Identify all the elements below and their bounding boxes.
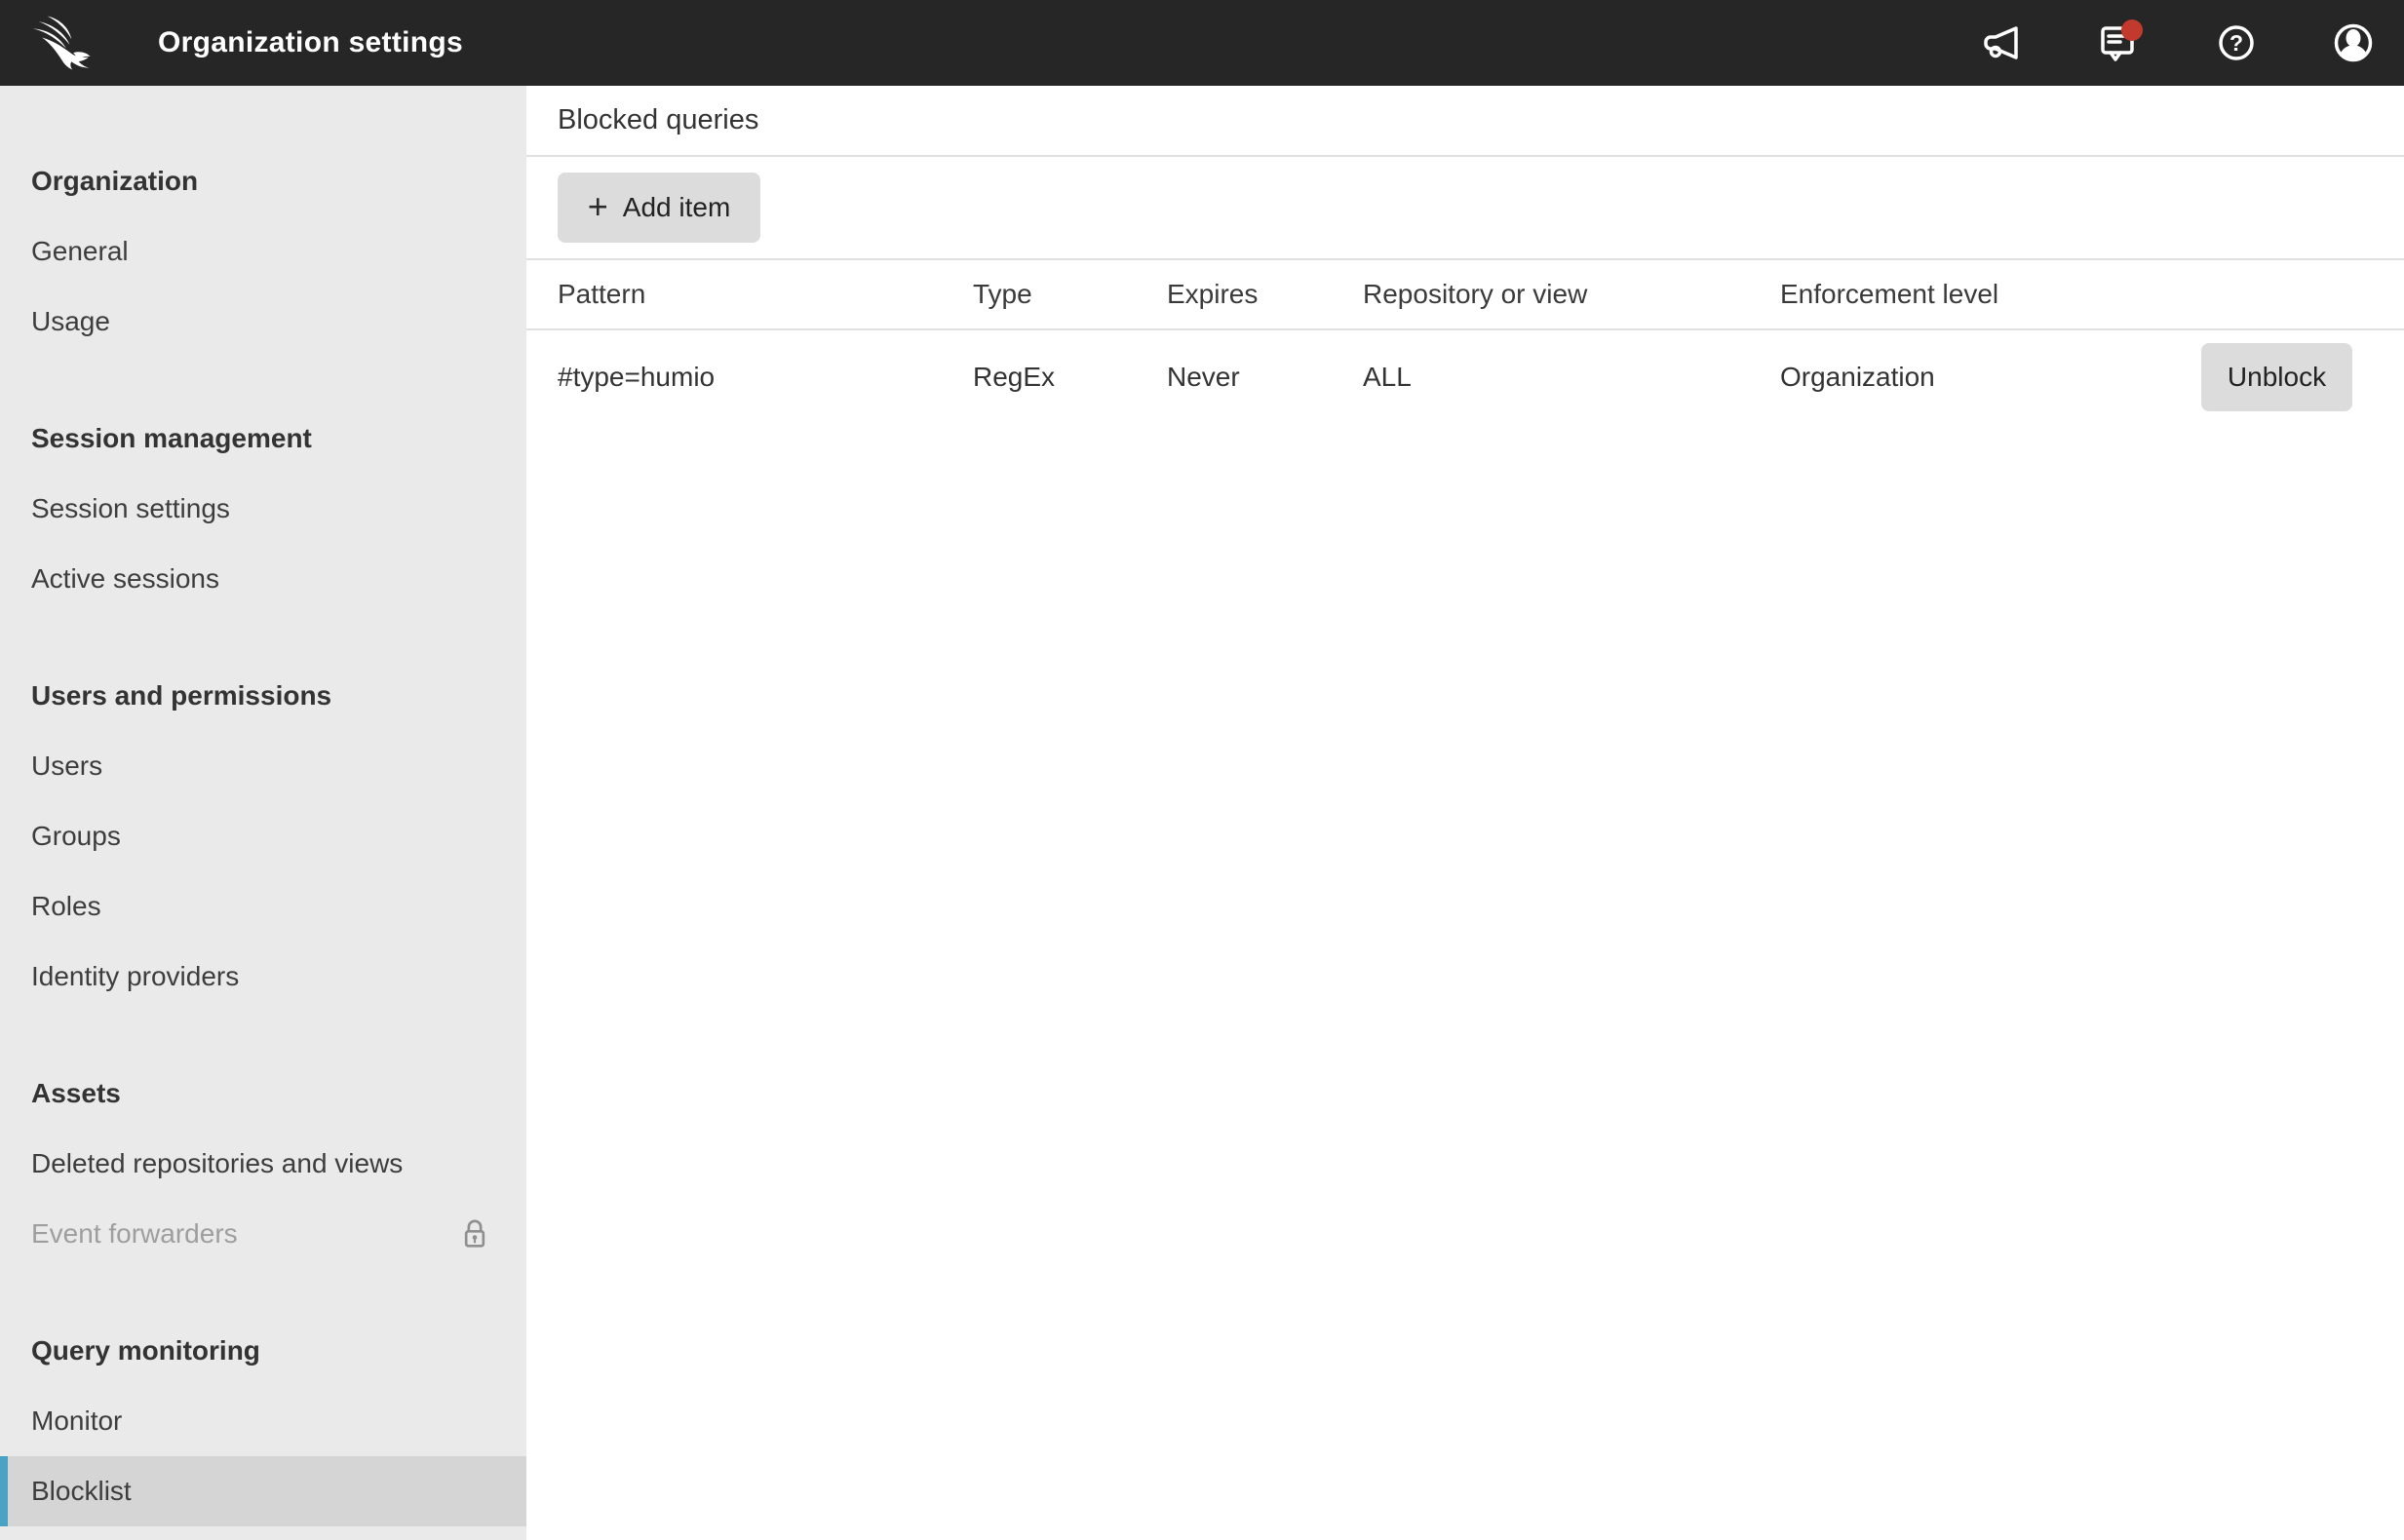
sidebar-item-usage[interactable]: Usage [0, 287, 526, 357]
lock-icon [460, 1217, 489, 1251]
cell-repository-or-view: ALL [1363, 362, 1412, 392]
help-icon[interactable]: ? [2213, 19, 2260, 66]
sidebar-item-general[interactable]: General [0, 216, 526, 287]
topbar: Organization settings ? [0, 0, 2404, 86]
sidebar-section-organization: Organization General Usage [0, 146, 526, 357]
crowdstrike-falcon-logo-icon[interactable] [32, 15, 97, 71]
cell-type: RegEx [973, 362, 1056, 392]
column-header-repository-or-view: Repository or view [1363, 279, 1588, 309]
column-header-enforcement-level: Enforcement level [1780, 279, 1999, 309]
sidebar-item-label: Event forwarders [31, 1218, 238, 1249]
sidebar-item-active-sessions[interactable]: Active sessions [0, 544, 526, 614]
user-avatar-icon[interactable] [2330, 19, 2377, 66]
sidebar-item-label: Deleted repositories and views [31, 1148, 404, 1178]
sidebar-item-label: Blocklist [31, 1476, 132, 1506]
sidebar-section-session-management: Session management Session settings Acti… [0, 404, 526, 614]
unblock-button[interactable]: Unblock [2201, 343, 2352, 411]
page-title: Organization settings [158, 26, 463, 58]
sidebar-section-header-organization: Organization [31, 166, 199, 196]
sidebar-item-identity-providers[interactable]: Identity providers [0, 942, 526, 1012]
sidebar-item-label: Identity providers [31, 961, 240, 991]
column-header-type: Type [973, 279, 1032, 309]
announcements-megaphone-icon[interactable] [1979, 19, 2026, 66]
sidebar-item-label: General [31, 236, 129, 266]
sidebar-section-header-users-and-permissions: Users and permissions [31, 680, 332, 711]
sidebar-section-header-assets: Assets [31, 1078, 121, 1108]
column-header-expires: Expires [1167, 279, 1259, 309]
sidebar-item-label: Users [31, 751, 103, 781]
add-item-button-label: Add item [622, 192, 731, 222]
table-row: #type=humio RegEx Never ALL Organization… [526, 330, 2404, 424]
sidebar-item-label: Active sessions [31, 563, 219, 594]
sidebar-item-deleted-repositories-and-views[interactable]: Deleted repositories and views [0, 1129, 526, 1199]
notification-badge [2121, 19, 2143, 41]
sidebar-item-label: Usage [31, 306, 110, 336]
plus-icon: + [587, 185, 608, 226]
settings-sidebar: Organization General Usage Session manag… [0, 86, 526, 1540]
sidebar-item-roles[interactable]: Roles [0, 871, 526, 942]
sidebar-item-blocklist[interactable]: Blocklist [0, 1456, 526, 1526]
cell-expires: Never [1167, 362, 1240, 392]
sidebar-item-event-forwarders: Event forwarders [0, 1199, 526, 1269]
cell-actions: Unblock [2201, 343, 2352, 411]
messages-icon[interactable] [2096, 19, 2143, 66]
panel-title: Blocked queries [558, 104, 759, 135]
toolbar: + Add item [526, 157, 2404, 260]
sidebar-item-label: Roles [31, 891, 101, 921]
sidebar-item-users[interactable]: Users [0, 731, 526, 801]
panel-heading: Blocked queries [526, 86, 2404, 157]
sidebar-item-monitor[interactable]: Monitor [0, 1386, 526, 1456]
sidebar-section-query-monitoring: Query monitoring Monitor Blocklist [0, 1316, 526, 1526]
sidebar-item-groups[interactable]: Groups [0, 801, 526, 871]
blocked-queries-panel: Blocked queries + Add item Pattern Type … [526, 86, 2404, 1540]
column-header-pattern: Pattern [558, 279, 646, 309]
cell-pattern: #type=humio [558, 362, 716, 392]
sidebar-section-users-and-permissions: Users and permissions Users Groups Roles… [0, 661, 526, 1012]
sidebar-section-assets: Assets Deleted repositories and views Ev… [0, 1059, 526, 1269]
cell-enforcement-level: Organization [1780, 362, 1935, 392]
sidebar-item-label: Session settings [31, 493, 230, 523]
sidebar-section-header-session-management: Session management [31, 423, 312, 453]
sidebar-item-label: Groups [31, 821, 121, 851]
svg-text:?: ? [2230, 30, 2243, 56]
add-item-button[interactable]: + Add item [558, 173, 760, 243]
topbar-icons: ? [1979, 19, 2377, 66]
sidebar-section-header-query-monitoring: Query monitoring [31, 1335, 260, 1366]
sidebar-item-label: Monitor [31, 1405, 123, 1436]
table-header-row: Pattern Type Expires Repository or view … [526, 260, 2404, 330]
sidebar-item-session-settings[interactable]: Session settings [0, 474, 526, 544]
